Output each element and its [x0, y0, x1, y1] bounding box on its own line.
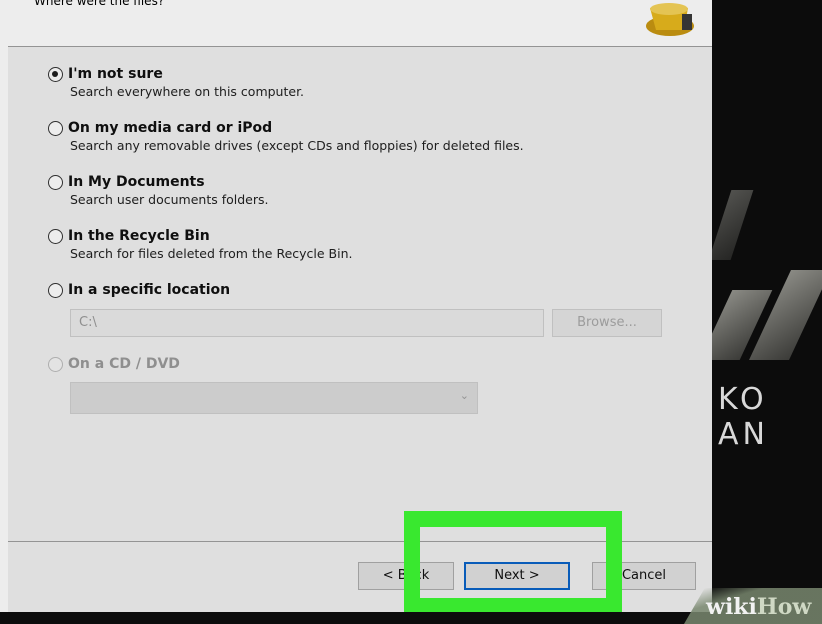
option-title: On my media card or iPod — [68, 120, 273, 136]
wikihow-watermark: wikiHow — [684, 588, 822, 624]
chevron-down-icon: ⌄ — [459, 389, 469, 402]
cd-drive-select: ⌄ — [70, 382, 478, 414]
browse-button[interactable]: Browse... — [552, 309, 662, 337]
option-title: In the Recycle Bin — [68, 228, 210, 244]
footer-divider — [8, 541, 712, 542]
option-description: Search any removable drives (except CDs … — [70, 138, 524, 153]
option-title: On a CD / DVD — [68, 356, 180, 372]
option-description: Search for files deleted from the Recycl… — [70, 246, 353, 261]
background-shape — [712, 190, 754, 260]
watermark-text: wikiHow — [706, 594, 811, 620]
recycle-bin-icon — [646, 3, 694, 36]
next-button[interactable]: Next > — [464, 562, 570, 590]
option-title: I'm not sure — [68, 66, 163, 82]
option-title: In a specific location — [68, 282, 231, 298]
recovery-wizard-dialog: Where were the files? I'm not sure Searc… — [8, 0, 712, 612]
option-description: Search user documents folders. — [70, 192, 269, 207]
location-path-input[interactable]: C:\ — [70, 309, 544, 337]
background-logo-text: KO AN — [718, 382, 769, 452]
back-button[interactable]: < Back — [358, 562, 454, 590]
radio-button[interactable] — [48, 175, 63, 190]
wizard-header: Where were the files? — [8, 0, 712, 47]
radio-button — [48, 357, 63, 372]
radio-button[interactable] — [48, 283, 63, 298]
radio-button[interactable] — [48, 67, 63, 82]
radio-button[interactable] — [48, 121, 63, 136]
watermark-wiki: wiki — [706, 594, 757, 620]
option-description: Search everywhere on this computer. — [70, 84, 305, 99]
cancel-button[interactable]: Cancel — [592, 562, 696, 590]
background-image: KO AN — [712, 0, 822, 624]
radio-button[interactable] — [48, 229, 63, 244]
watermark-how: How — [756, 594, 812, 620]
header-question: Where were the files? — [34, 0, 165, 8]
option-title: In My Documents — [68, 174, 205, 190]
